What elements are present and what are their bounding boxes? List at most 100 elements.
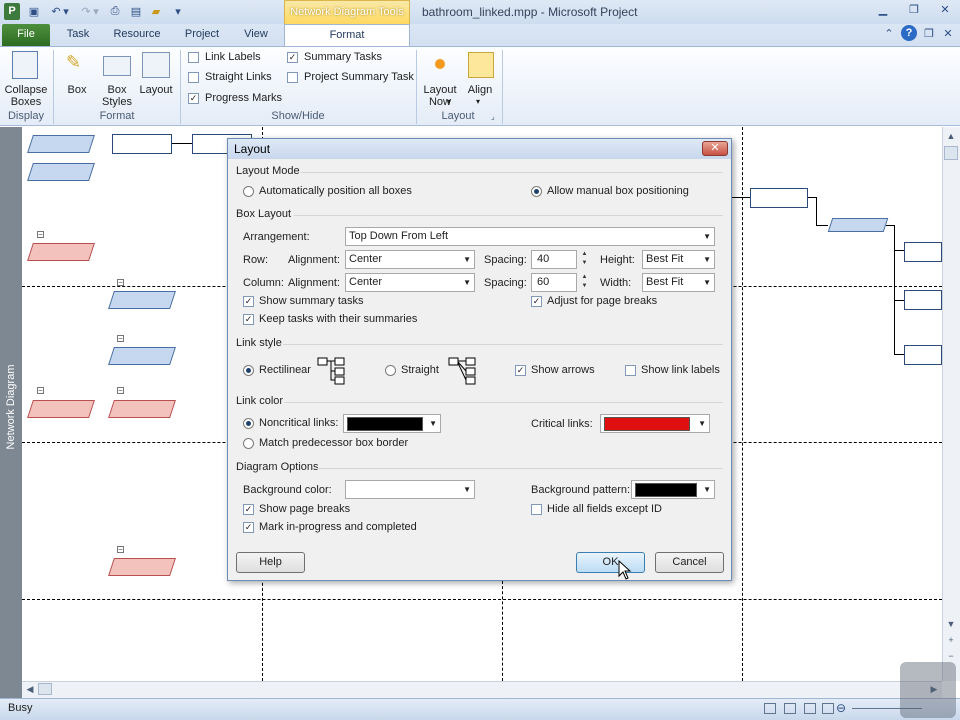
cancel-button[interactable]: Cancel (655, 552, 724, 573)
layout-now-icon[interactable] (435, 59, 445, 69)
task-node[interactable] (904, 290, 942, 310)
task-node[interactable] (904, 345, 942, 365)
critical-summary-node[interactable] (108, 400, 176, 418)
keep-with-summaries-checkbox[interactable]: ✓ Keep tasks with their summaries (243, 313, 417, 325)
auto-position-radio[interactable]: Automatically position all boxes (243, 185, 412, 197)
hide-all-fields-checkbox[interactable]: Hide all fields except ID (531, 503, 662, 515)
tab-resource[interactable]: Resource (108, 24, 166, 46)
summary-tasks-checkbox[interactable]: ✓ Summary Tasks (287, 51, 382, 63)
tab-file[interactable]: File (2, 24, 50, 46)
manual-position-radio[interactable]: Allow manual box positioning (531, 185, 689, 197)
column-alignment-select[interactable]: Center ▼ (345, 273, 475, 292)
match-predecessor-radio[interactable]: Match predecessor box border (243, 437, 408, 449)
collapse-toggle[interactable]: − (117, 546, 124, 554)
row-spacing-input[interactable]: 40 (531, 250, 577, 269)
collapse-toggle[interactable]: − (117, 335, 124, 343)
save-icon[interactable]: ▣ (26, 3, 42, 19)
background-pattern-select[interactable]: ▼ (631, 480, 715, 499)
link-labels-checkbox[interactable]: Link Labels (188, 51, 261, 63)
restore-doc-icon[interactable]: ❐ (921, 26, 937, 42)
view-shortcut-icon[interactable] (784, 703, 796, 714)
row-spacing-spinner-icon[interactable]: ▲ ▼ (578, 250, 591, 269)
view-shortcut-icon[interactable] (822, 703, 834, 714)
scroll-thumb[interactable] (944, 146, 958, 160)
close-doc-icon[interactable]: ✕ (940, 26, 956, 42)
box-button[interactable]: Box (60, 84, 94, 96)
ok-button[interactable]: OK (576, 552, 645, 573)
align-button[interactable]: Align (462, 84, 498, 96)
align-dropdown-icon[interactable]: ▾ (476, 97, 480, 106)
align-icon[interactable] (468, 52, 494, 78)
summary-task-node[interactable] (27, 163, 95, 181)
tab-project[interactable]: Project (178, 24, 226, 46)
summary-task-node[interactable] (27, 135, 95, 153)
app-icon[interactable]: P (4, 3, 20, 20)
collapse-boxes-button[interactable]: Collapse Boxes (2, 84, 50, 108)
print-icon[interactable]: ▤ (128, 3, 144, 19)
restore-icon[interactable]: ❐ (903, 2, 925, 18)
show-page-breaks-checkbox[interactable]: ✓ Show page breaks (243, 503, 350, 515)
minimize-icon[interactable]: ▁ (872, 2, 894, 18)
zoom-out-icon[interactable]: ⊖ (836, 701, 846, 715)
redo-dropdown-icon[interactable]: ▾ (92, 3, 100, 19)
collapse-toggle[interactable]: − (37, 231, 44, 239)
layout-ribbon-icon[interactable] (142, 52, 170, 78)
collapse-toggle[interactable]: − (117, 279, 124, 287)
customize-icon[interactable]: ▾ (170, 3, 186, 19)
box-paint-icon[interactable]: ✎ (66, 52, 88, 78)
close-window-icon[interactable]: ✕ (934, 2, 956, 18)
undo-dropdown-icon[interactable]: ▾ (62, 3, 70, 19)
summary-task-node[interactable] (108, 291, 176, 309)
dialog-launcher-icon[interactable]: ⌟ (491, 112, 495, 121)
layout-button[interactable]: Layout (136, 84, 176, 96)
summary-task-node[interactable] (108, 347, 176, 365)
noncritical-color-select[interactable]: ▼ (343, 414, 441, 433)
show-summary-tasks-checkbox[interactable]: ✓ Show summary tasks (243, 295, 364, 307)
collapse-toggle[interactable]: − (117, 387, 124, 395)
help-button[interactable]: Help (236, 552, 305, 573)
critical-summary-node[interactable] (27, 243, 95, 261)
tab-task[interactable]: Task (58, 24, 98, 46)
open-icon[interactable]: ▰ (148, 3, 164, 19)
project-summary-task-checkbox[interactable]: Project Summary Task (287, 71, 414, 83)
show-arrows-checkbox[interactable]: ✓ Show arrows (515, 364, 595, 376)
task-node[interactable] (112, 134, 172, 154)
horizontal-scrollbar[interactable] (22, 681, 942, 698)
minimize-ribbon-icon[interactable]: ⌃ (881, 26, 897, 42)
collapse-boxes-icon[interactable] (12, 51, 38, 79)
critical-summary-node[interactable] (108, 558, 176, 576)
scroll-thumb[interactable] (38, 683, 52, 695)
progress-marks-checkbox[interactable]: ✓ Progress Marks (188, 92, 282, 104)
column-spacing-spinner-icon[interactable]: ▲ ▼ (578, 273, 591, 292)
noncritical-links-radio[interactable]: Noncritical links: (243, 417, 338, 429)
show-link-labels-checkbox[interactable]: Show link labels (625, 364, 720, 376)
scroll-down-icon[interactable]: ▼ (943, 616, 959, 632)
task-node[interactable] (904, 242, 942, 262)
straight-links-checkbox[interactable]: Straight Links (188, 71, 272, 83)
column-spacing-input[interactable]: 60 (531, 273, 577, 292)
box-styles-button[interactable]: Box Styles (98, 84, 136, 108)
arrangement-select[interactable]: Top Down From Left ▼ (345, 227, 715, 246)
summary-task-node[interactable] (827, 218, 889, 232)
tab-view[interactable]: View (236, 24, 276, 46)
task-node[interactable] (750, 188, 808, 208)
tab-format[interactable]: Format (284, 24, 410, 47)
layout-now-dropdown-icon[interactable]: ▾ (447, 97, 451, 106)
vertical-scrollbar[interactable] (942, 127, 960, 681)
collapse-toggle[interactable]: − (37, 387, 44, 395)
straight-radio[interactable]: Straight (385, 364, 439, 376)
view-shortcut-icon[interactable] (804, 703, 816, 714)
width-select[interactable]: Best Fit ▼ (642, 273, 715, 292)
scroll-up-icon[interactable]: ▲ (943, 128, 959, 144)
scroll-zoom-in-icon[interactable]: + (943, 632, 959, 648)
adjust-page-breaks-checkbox[interactable]: ✓ Adjust for page breaks (531, 295, 657, 307)
view-shortcut-icon[interactable] (764, 703, 776, 714)
critical-summary-node[interactable] (27, 400, 95, 418)
critical-color-select[interactable]: ▼ (600, 414, 710, 433)
print-preview-icon[interactable]: ⎙ (107, 3, 123, 19)
help-icon[interactable]: ? (901, 25, 917, 41)
background-color-select[interactable]: ▼ (345, 480, 475, 499)
mark-in-progress-checkbox[interactable]: ✓ Mark in-progress and completed (243, 521, 417, 533)
height-select[interactable]: Best Fit ▼ (642, 250, 715, 269)
layout-now-button[interactable]: Layout Now (420, 84, 460, 108)
